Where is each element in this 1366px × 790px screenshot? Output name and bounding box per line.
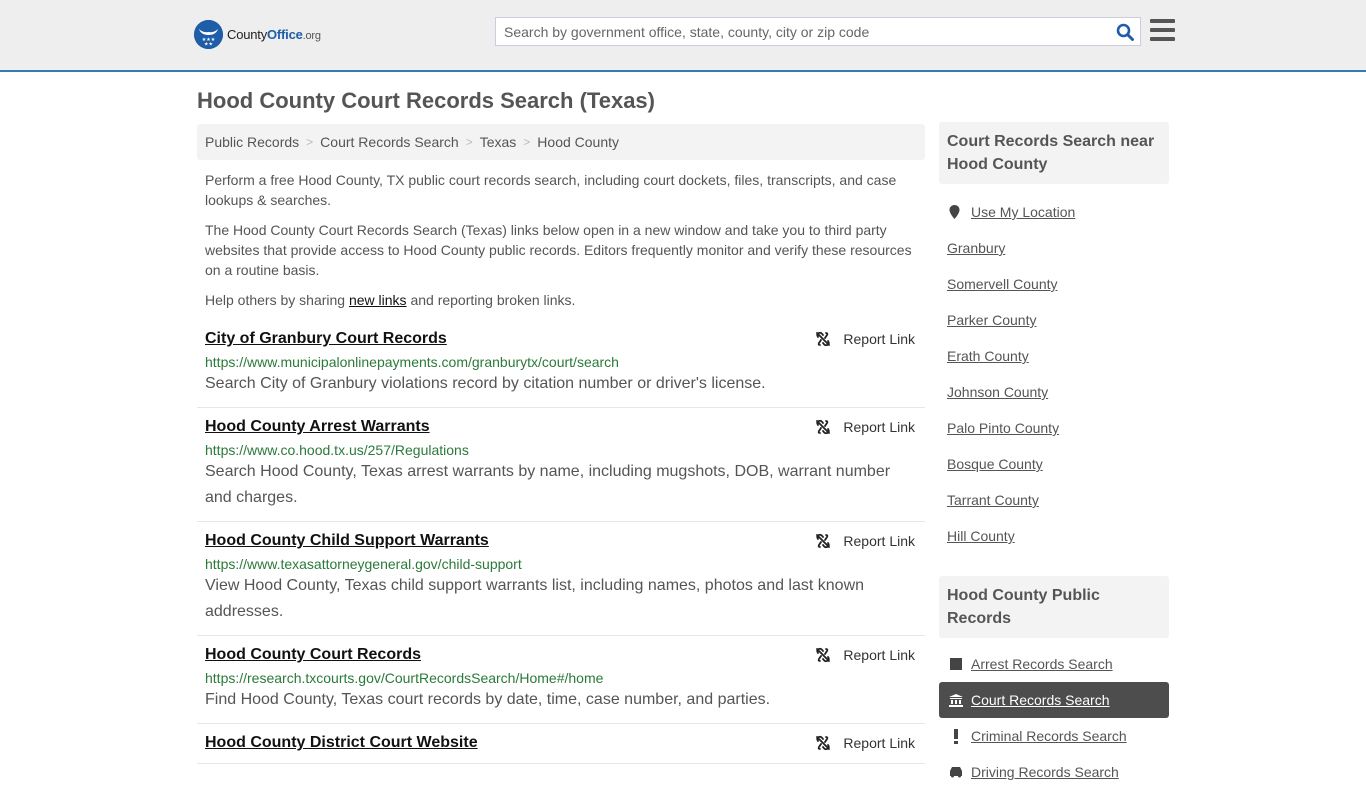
result-url: https://www.texasattorneygeneral.gov/chi… xyxy=(205,556,522,572)
broken-link-icon xyxy=(816,419,831,435)
nearby-item: Somervell County xyxy=(947,266,1161,302)
result-url: https://www.municipalonlinepayments.com/… xyxy=(205,354,619,370)
result-title-link[interactable]: Hood County Arrest Warrants xyxy=(205,417,430,437)
main-content: Public Records > Court Records Search > … xyxy=(197,124,925,764)
arrest-records-link[interactable]: Arrest Records Search xyxy=(971,656,1113,672)
result-title-link[interactable]: Hood County Child Support Warrants xyxy=(205,531,489,551)
hamburger-menu-button[interactable] xyxy=(1150,19,1175,41)
svg-text:★★: ★★ xyxy=(204,42,213,48)
result-description: Search City of Granbury violations recor… xyxy=(205,375,766,392)
nearby-link-johnson-county[interactable]: Johnson County xyxy=(947,384,1048,400)
court-records-link[interactable]: Court Records Search xyxy=(971,692,1110,708)
search-icon xyxy=(1116,23,1134,41)
square-icon xyxy=(949,658,963,670)
search-button[interactable] xyxy=(1110,18,1140,45)
public-records-item-driving[interactable]: Driving Records Search xyxy=(939,754,1169,790)
eagle-logo-icon: ★★★ ★★ xyxy=(194,20,223,49)
breadcrumb-court-records-search[interactable]: Court Records Search xyxy=(320,134,459,150)
result-item: Hood County Arrest Warrants Report Link … xyxy=(197,408,925,522)
search-input[interactable] xyxy=(496,18,1110,45)
public-records-heading: Hood County Public Records xyxy=(939,576,1169,638)
broken-link-icon xyxy=(816,647,831,663)
new-links-link[interactable]: new links xyxy=(349,292,407,308)
results-list: City of Granbury Court Records Report Li… xyxy=(197,320,925,764)
nearby-item: Johnson County xyxy=(947,374,1161,410)
broken-link-icon xyxy=(816,533,831,549)
page-title: Hood County Court Records Search (Texas) xyxy=(197,88,655,113)
nearby-item: Hill County xyxy=(947,518,1161,554)
criminal-records-link[interactable]: Criminal Records Search xyxy=(971,728,1127,744)
nearby-link-parker-county[interactable]: Parker County xyxy=(947,312,1036,328)
report-link-button[interactable]: Report Link xyxy=(815,331,915,347)
logo-wordmark: CountyOffice.org xyxy=(227,27,321,42)
report-link-button[interactable]: Report Link xyxy=(815,533,915,549)
broken-link-icon xyxy=(816,735,831,751)
nearby-link-somervell-county[interactable]: Somervell County xyxy=(947,276,1058,292)
result-url: https://www.co.hood.tx.us/257/Regulation… xyxy=(205,442,469,458)
result-item: Hood County Court Records Report Link ht… xyxy=(197,636,925,724)
result-item: Hood County Child Support Warrants Repor… xyxy=(197,522,925,636)
menu-bar-icon xyxy=(1150,28,1175,32)
public-records-item-court[interactable]: Court Records Search xyxy=(939,682,1169,718)
public-records-list: Arrest Records Search Court Records Sear… xyxy=(939,638,1169,790)
nearby-item: Palo Pinto County xyxy=(947,410,1161,446)
map-pin-icon xyxy=(947,205,961,219)
nearby-list: Use My Location Granbury Somervell Count… xyxy=(939,184,1169,562)
result-title-link[interactable]: Hood County Court Records xyxy=(205,645,421,665)
sidebar: Court Records Search near Hood County Us… xyxy=(939,122,1169,790)
result-description: Find Hood County, Texas court records by… xyxy=(205,691,771,708)
report-link-button[interactable]: Report Link xyxy=(815,647,915,663)
share-links-paragraph: Help others by sharing new links and rep… xyxy=(205,292,576,308)
site-logo[interactable]: ★★★ ★★ CountyOffice.org xyxy=(194,20,321,49)
courthouse-icon xyxy=(949,693,963,707)
report-link-button[interactable]: Report Link xyxy=(815,735,915,751)
nearby-item: Erath County xyxy=(947,338,1161,374)
breadcrumb-hood-county[interactable]: Hood County xyxy=(537,134,619,150)
result-description: Search Hood County, Texas arrest warrant… xyxy=(205,463,891,506)
nearby-item: Granbury xyxy=(947,230,1161,266)
use-my-location-link[interactable]: Use My Location xyxy=(971,204,1075,220)
broken-link-icon xyxy=(816,331,831,347)
intro-text: Perform a free Hood County, TX public co… xyxy=(197,170,925,310)
breadcrumb-separator: > xyxy=(306,135,314,149)
breadcrumb-public-records[interactable]: Public Records xyxy=(205,134,299,150)
result-item: Hood County District Court Website Repor… xyxy=(197,724,925,764)
public-records-item-criminal[interactable]: Criminal Records Search xyxy=(939,718,1169,754)
breadcrumb-separator: > xyxy=(465,135,473,149)
intro-paragraph: The Hood County Court Records Search (Te… xyxy=(205,222,912,278)
public-records-item-arrest[interactable]: Arrest Records Search xyxy=(939,646,1169,682)
breadcrumb-texas[interactable]: Texas xyxy=(480,134,517,150)
nearby-link-tarrant-county[interactable]: Tarrant County xyxy=(947,492,1039,508)
site-header: ★★★ ★★ CountyOffice.org xyxy=(0,0,1366,72)
menu-bar-icon xyxy=(1150,19,1175,23)
nearby-link-bosque-county[interactable]: Bosque County xyxy=(947,456,1043,472)
breadcrumb-separator: > xyxy=(523,135,531,149)
nearby-item: Parker County xyxy=(947,302,1161,338)
nearby-item: Tarrant County xyxy=(947,482,1161,518)
nearby-link-erath-county[interactable]: Erath County xyxy=(947,348,1029,364)
result-description: View Hood County, Texas child support wa… xyxy=(205,577,865,620)
search-bar xyxy=(495,17,1141,46)
breadcrumb: Public Records > Court Records Search > … xyxy=(197,124,925,160)
intro-paragraph: Perform a free Hood County, TX public co… xyxy=(205,172,897,208)
nearby-heading: Court Records Search near Hood County xyxy=(939,122,1169,184)
use-location-item: Use My Location xyxy=(947,194,1161,230)
exclamation-icon xyxy=(949,728,963,744)
nearby-item: Bosque County xyxy=(947,446,1161,482)
nearby-link-hill-county[interactable]: Hill County xyxy=(947,528,1015,544)
result-item: City of Granbury Court Records Report Li… xyxy=(197,320,925,408)
menu-bar-icon xyxy=(1150,37,1175,41)
report-link-button[interactable]: Report Link xyxy=(815,419,915,435)
result-url: https://research.txcourts.gov/CourtRecor… xyxy=(205,670,604,686)
nearby-link-granbury[interactable]: Granbury xyxy=(947,240,1005,256)
nearby-link-palo-pinto-county[interactable]: Palo Pinto County xyxy=(947,420,1059,436)
driving-records-link[interactable]: Driving Records Search xyxy=(971,764,1119,780)
result-title-link[interactable]: City of Granbury Court Records xyxy=(205,329,447,349)
result-title-link[interactable]: Hood County District Court Website xyxy=(205,733,478,753)
